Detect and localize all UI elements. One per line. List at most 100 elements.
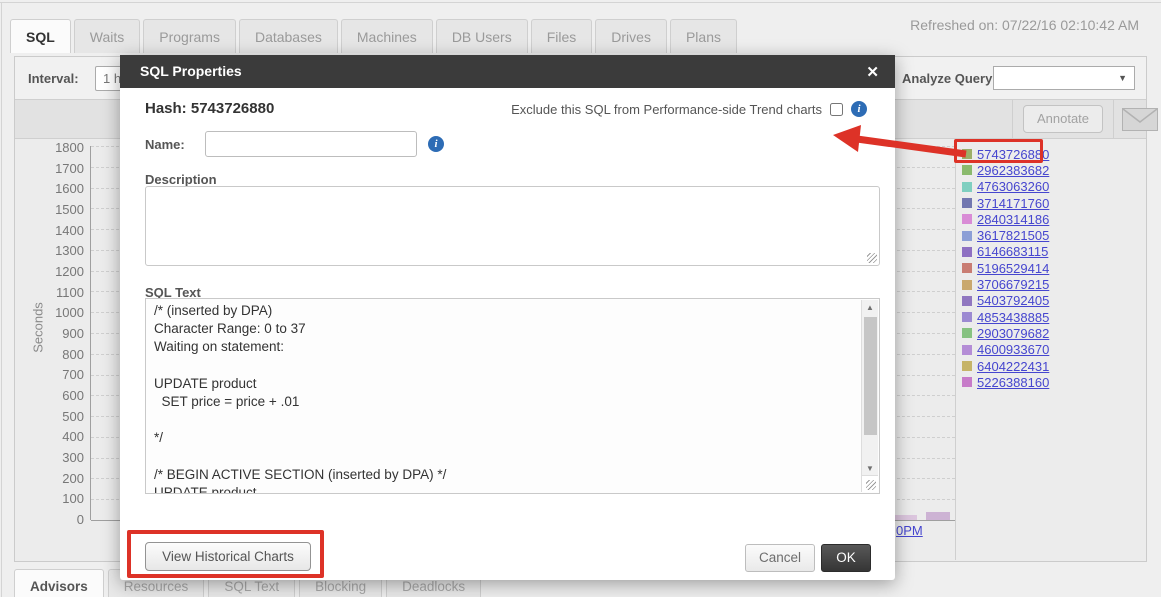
y-tick-label: 1400	[55, 222, 84, 238]
exclude-checkbox[interactable]	[830, 102, 843, 116]
legend-item: 3706679215	[962, 276, 1102, 292]
legend-swatch-icon	[962, 149, 972, 160]
tab-drives[interactable]: Drives	[595, 19, 667, 53]
tab-waits[interactable]: Waits	[73, 19, 141, 53]
chart-bar-segment	[893, 515, 917, 520]
legend-item: 2962383682	[962, 162, 1102, 178]
legend-swatch-icon	[962, 279, 972, 290]
y-axis-labels: 1800 1700 1600 1500 1400 1300 1200 1100 1000 900 8…	[40, 139, 84, 529]
resize-grip-icon[interactable]	[866, 480, 876, 490]
legend-hash-link[interactable]: 3706679215	[977, 277, 1049, 292]
y-tick-label: 700	[62, 367, 84, 383]
legend-item: 2903079682	[962, 325, 1102, 341]
y-tick-label: 1000	[55, 305, 84, 321]
description-textarea[interactable]	[145, 186, 880, 266]
y-tick-label: 1200	[55, 263, 84, 279]
scrollbar[interactable]: ▲ ▼	[861, 300, 878, 476]
legend-hash-link[interactable]: 5226388160	[977, 375, 1049, 390]
y-tick-label: 300	[62, 449, 84, 465]
legend-hash-link[interactable]: 4600933670	[977, 342, 1049, 357]
legend-item: 4600933670	[962, 342, 1102, 358]
page-left-border	[1, 2, 2, 597]
info-icon[interactable]: i	[428, 136, 444, 152]
y-tick-label: 400	[62, 429, 84, 445]
resize-corner[interactable]	[861, 475, 878, 492]
legend-swatch-icon	[962, 312, 972, 323]
chevron-down-icon: ▼	[1118, 73, 1127, 83]
dialog-title: SQL Properties	[120, 55, 895, 88]
legend-hash-link[interactable]: 5743726880	[977, 147, 1049, 162]
view-historical-charts-button[interactable]: View Historical Charts	[145, 542, 311, 571]
tab-db-users[interactable]: DB Users	[435, 19, 528, 53]
legend-hash-link[interactable]: 5403792405	[977, 293, 1049, 308]
legend-swatch-icon	[962, 263, 972, 274]
legend-swatch-icon	[962, 214, 972, 225]
close-icon[interactable]: ✕	[866, 63, 879, 81]
scroll-down-icon[interactable]: ▼	[862, 464, 878, 473]
tab-sql[interactable]: SQL	[10, 19, 71, 53]
legend-item: 4763063260	[962, 179, 1102, 195]
legend-hash-link[interactable]: 2962383682	[977, 163, 1049, 178]
legend-hash-link[interactable]: 4763063260	[977, 179, 1049, 194]
legend-swatch-icon	[962, 295, 972, 306]
legend-hash-link[interactable]: 2840314186	[977, 212, 1049, 227]
refreshed-timestamp: Refreshed on: 07/22/16 02:10:42 AM	[910, 17, 1139, 33]
hash-label: Hash:	[145, 100, 187, 117]
x-axis-time-link[interactable]: 0PM	[896, 523, 923, 538]
legend-swatch-icon	[962, 230, 972, 241]
legend-swatch-icon	[962, 377, 972, 388]
legend-hash-link[interactable]: 2903079682	[977, 326, 1049, 341]
tab-plans[interactable]: Plans	[669, 19, 737, 53]
legend-swatch-icon	[962, 246, 972, 257]
tab-machines[interactable]: Machines	[340, 19, 433, 53]
sql-text-area[interactable]: /* (inserted by DPA) Character Range: 0 …	[145, 298, 880, 494]
legend-item: 2840314186	[962, 211, 1102, 227]
legend-swatch-icon	[962, 344, 972, 355]
scroll-up-icon[interactable]: ▲	[862, 303, 878, 312]
email-envelope-icon[interactable]	[1122, 108, 1158, 134]
legend-hash-link[interactable]: 6146683115	[977, 244, 1048, 259]
sql-properties-dialog: SQL Properties ✕ Hash: 5743726880 Exclud…	[120, 55, 895, 580]
y-tick-label: 1500	[55, 201, 84, 217]
resize-grip-icon[interactable]	[867, 253, 877, 263]
tab-files[interactable]: Files	[530, 19, 593, 53]
exclude-label: Exclude this SQL from Performance-side T…	[511, 101, 822, 117]
legend-item: 5226388160	[962, 374, 1102, 390]
name-input[interactable]	[205, 131, 417, 157]
interval-label: Interval:	[28, 71, 79, 86]
analyze-query-select[interactable]: ▼	[993, 66, 1135, 90]
y-tick-label: 1700	[55, 160, 84, 176]
y-tick-label: 1800	[55, 140, 84, 155]
description-label: Description	[145, 172, 217, 187]
name-label: Name:	[145, 137, 185, 152]
y-tick-label: 1300	[55, 243, 84, 259]
y-tick-label: 800	[62, 346, 84, 362]
legend-swatch-icon	[962, 181, 972, 192]
legend-hash-link[interactable]: 3714171760	[977, 196, 1049, 211]
y-tick-label: 900	[62, 325, 84, 341]
band-divider	[1113, 100, 1114, 139]
cancel-button[interactable]: Cancel	[745, 544, 815, 572]
legend-hash-link[interactable]: 5196529414	[977, 261, 1049, 276]
hash-row: Hash: 5743726880	[145, 100, 274, 117]
y-tick-label: 600	[62, 387, 84, 403]
annotate-button[interactable]: Annotate	[1023, 105, 1103, 133]
tab-databases[interactable]: Databases	[238, 19, 338, 53]
info-icon[interactable]: i	[851, 101, 867, 117]
legend-hash-link[interactable]: 3617821505	[977, 228, 1049, 243]
hash-value: 5743726880	[190, 100, 275, 117]
chart-legend: 5743726880 2962383682 4763063260 3714171760…	[962, 146, 1102, 390]
y-tick-label: 100	[62, 491, 84, 507]
legend-hash-link[interactable]: 4853438885	[977, 310, 1049, 325]
exclude-row: Exclude this SQL from Performance-side T…	[511, 101, 867, 117]
legend-item: 3617821505	[962, 227, 1102, 243]
legend-swatch-icon	[962, 198, 972, 209]
legend-item: 5743726880	[962, 146, 1102, 162]
tab-programs[interactable]: Programs	[143, 19, 236, 53]
ok-button[interactable]: OK	[821, 544, 871, 572]
legend-hash-link[interactable]: 6404222431	[977, 359, 1049, 374]
y-tick-label: 0	[76, 511, 84, 527]
scrollbar-thumb[interactable]	[864, 317, 877, 435]
tab-advisors[interactable]: Advisors	[14, 569, 104, 597]
chart-bar-segment	[926, 512, 950, 520]
